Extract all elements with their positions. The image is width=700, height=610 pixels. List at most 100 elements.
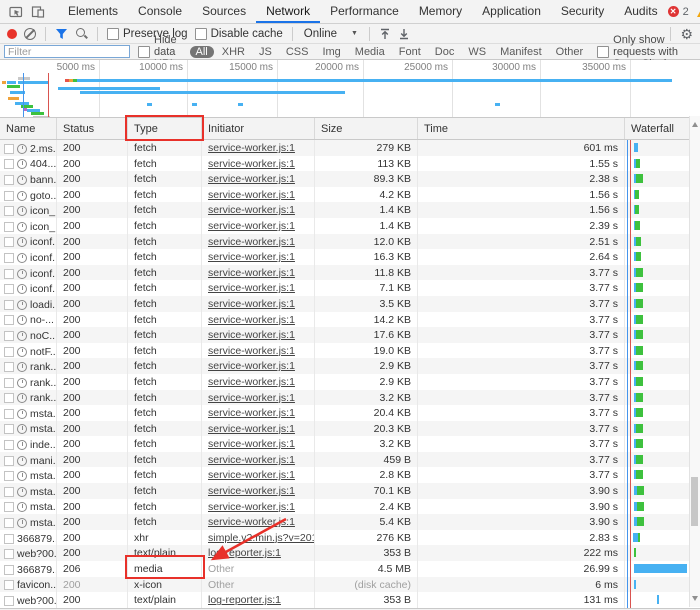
- throttling-dropdown[interactable]: Online ▼: [302, 28, 360, 40]
- column-header-status[interactable]: Status: [57, 118, 128, 139]
- table-row[interactable]: noC...200fetchservice-worker.js:117.6 KB…: [0, 327, 700, 343]
- column-header-time[interactable]: Time: [418, 118, 625, 139]
- initiator-link[interactable]: service-worker.js:1: [208, 438, 295, 450]
- initiator-link[interactable]: service-worker.js:1: [208, 251, 295, 263]
- device-toolbar-icon[interactable]: [31, 5, 45, 19]
- table-row[interactable]: loadi...200fetchservice-worker.js:13.5 K…: [0, 296, 700, 312]
- inspect-element-icon[interactable]: [9, 5, 23, 19]
- table-row[interactable]: bann...200fetchservice-worker.js:189.3 K…: [0, 171, 700, 187]
- table-row[interactable]: iconf...200fetchservice-worker.js:111.8 …: [0, 265, 700, 281]
- tab-security[interactable]: Security: [551, 0, 614, 23]
- initiator-link[interactable]: service-worker.js:1: [208, 298, 295, 310]
- column-header-initiator[interactable]: Initiator: [202, 118, 315, 139]
- table-row[interactable]: 2.ms...200fetchservice-worker.js:1279 KB…: [0, 140, 700, 156]
- initiator-link[interactable]: service-worker.js:1: [208, 329, 295, 341]
- table-row[interactable]: msta...200fetchservice-worker.js:12.8 KB…: [0, 467, 700, 483]
- initiator-link[interactable]: service-worker.js:1: [208, 189, 295, 201]
- initiator-link[interactable]: service-worker.js:1: [208, 392, 295, 404]
- scroll-down-icon[interactable]: [692, 596, 698, 601]
- initiator-link[interactable]: service-worker.js:1: [208, 345, 295, 357]
- clear-icon[interactable]: [24, 28, 36, 40]
- filter-funnel-icon[interactable]: [55, 28, 68, 40]
- filter-pill-doc[interactable]: Doc: [429, 46, 461, 58]
- table-row[interactable]: favicon....200x-iconOther(disk cache)6 m…: [0, 577, 700, 593]
- initiator-link[interactable]: log-reporter.js:1: [208, 547, 281, 559]
- table-row[interactable]: rank...200fetchservice-worker.js:12.9 KB…: [0, 374, 700, 390]
- initiator-link[interactable]: service-worker.js:1: [208, 423, 295, 435]
- table-row[interactable]: msta...200fetchservice-worker.js:15.4 KB…: [0, 514, 700, 530]
- initiator-link[interactable]: service-worker.js:1: [208, 173, 295, 185]
- table-row[interactable]: msta...200fetchservice-worker.js:120.3 K…: [0, 421, 700, 437]
- checkbox-icon[interactable]: [138, 46, 150, 58]
- table-row[interactable]: msta...200fetchservice-worker.js:120.4 K…: [0, 405, 700, 421]
- table-row[interactable]: web?00...200text/plainlog-reporter.js:13…: [0, 545, 700, 561]
- initiator-link[interactable]: service-worker.js:1: [208, 236, 295, 248]
- table-row[interactable]: msta...200fetchservice-worker.js:12.4 KB…: [0, 499, 700, 515]
- table-row[interactable]: inde...200fetchservice-worker.js:13.2 KB…: [0, 436, 700, 452]
- initiator-link[interactable]: service-worker.js:1: [208, 376, 295, 388]
- table-row[interactable]: no-...200fetchservice-worker.js:114.2 KB…: [0, 312, 700, 328]
- checkbox-icon[interactable]: [107, 28, 119, 40]
- filter-pill-js[interactable]: JS: [253, 46, 278, 58]
- table-row[interactable]: 404....200fetchservice-worker.js:1113 KB…: [0, 156, 700, 172]
- table-row[interactable]: goto...200fetchservice-worker.js:14.2 KB…: [0, 187, 700, 203]
- search-icon[interactable]: [75, 27, 88, 40]
- import-har-icon[interactable]: [379, 28, 391, 40]
- table-row[interactable]: iconf...200fetchservice-worker.js:112.0 …: [0, 234, 700, 250]
- initiator-link[interactable]: service-worker.js:1: [208, 501, 295, 513]
- tab-memory[interactable]: Memory: [409, 0, 472, 23]
- initiator-link[interactable]: service-worker.js:1: [208, 267, 295, 279]
- column-header-type[interactable]: Type: [128, 118, 202, 139]
- tab-network[interactable]: Network: [256, 0, 320, 23]
- console-badges[interactable]: ✕ 2 ! 6: [668, 6, 700, 18]
- record-icon[interactable]: [7, 29, 17, 39]
- initiator-link[interactable]: service-worker.js:1: [208, 516, 295, 528]
- vertical-scrollbar[interactable]: [689, 116, 700, 607]
- filter-pill-ws[interactable]: WS: [462, 46, 492, 58]
- table-row[interactable]: icon_...200fetchservice-worker.js:11.4 K…: [0, 202, 700, 218]
- table-row[interactable]: web?00...200text/plainlog-reporter.js:13…: [0, 592, 700, 608]
- initiator-link[interactable]: service-worker.js:1: [208, 158, 295, 170]
- table-row[interactable]: icon_...200fetchservice-worker.js:11.4 K…: [0, 218, 700, 234]
- initiator-link[interactable]: service-worker.js:1: [208, 314, 295, 326]
- timeline-overview[interactable]: 5000 ms10000 ms15000 ms20000 ms25000 ms3…: [0, 60, 700, 118]
- tab-audits[interactable]: Audits: [614, 0, 667, 23]
- filter-pill-xhr[interactable]: XHR: [216, 46, 251, 58]
- filter-pill-manifest[interactable]: Manifest: [494, 46, 548, 58]
- table-row[interactable]: 366879...200xhrsimple.v2.min.js?v=20190.…: [0, 530, 700, 546]
- scrollbar-thumb[interactable]: [691, 477, 698, 526]
- initiator-link[interactable]: service-worker.js:1: [208, 360, 295, 372]
- tab-console[interactable]: Console: [128, 0, 192, 23]
- initiator-link[interactable]: service-worker.js:1: [208, 469, 295, 481]
- table-row[interactable]: iconf...200fetchservice-worker.js:17.1 K…: [0, 280, 700, 296]
- filter-pill-media[interactable]: Media: [349, 46, 391, 58]
- tab-application[interactable]: Application: [472, 0, 551, 23]
- initiator-link[interactable]: service-worker.js:1: [208, 142, 295, 154]
- filter-pill-other[interactable]: Other: [550, 46, 590, 58]
- checkbox-icon[interactable]: [597, 46, 609, 58]
- table-row[interactable]: msta...200fetchservice-worker.js:170.1 K…: [0, 483, 700, 499]
- table-row[interactable]: rank...200fetchservice-worker.js:12.9 KB…: [0, 358, 700, 374]
- filter-input[interactable]: [4, 45, 130, 58]
- column-header-name[interactable]: Name: [0, 118, 57, 139]
- initiator-link[interactable]: service-worker.js:1: [208, 454, 295, 466]
- column-header-size[interactable]: Size: [315, 118, 418, 139]
- table-row[interactable]: mani...200fetchservice-worker.js:1459 B3…: [0, 452, 700, 468]
- initiator-link[interactable]: service-worker.js:1: [208, 282, 295, 294]
- tab-sources[interactable]: Sources: [192, 0, 256, 23]
- table-row[interactable]: rank...200fetchservice-worker.js:13.2 KB…: [0, 390, 700, 406]
- initiator-link[interactable]: log-reporter.js:1: [208, 594, 281, 606]
- initiator-link[interactable]: service-worker.js:1: [208, 220, 295, 232]
- tab-elements[interactable]: Elements: [58, 0, 128, 23]
- filter-pill-css[interactable]: CSS: [280, 46, 315, 58]
- scroll-up-icon[interactable]: [692, 122, 698, 127]
- filter-pill-font[interactable]: Font: [393, 46, 427, 58]
- initiator-link[interactable]: service-worker.js:1: [208, 485, 295, 497]
- export-har-icon[interactable]: [398, 28, 410, 40]
- filter-pill-img[interactable]: Img: [316, 46, 346, 58]
- table-row[interactable]: iconf...200fetchservice-worker.js:116.3 …: [0, 249, 700, 265]
- tab-performance[interactable]: Performance: [320, 0, 409, 23]
- initiator-link[interactable]: service-worker.js:1: [208, 407, 295, 419]
- disable-cache-checkbox[interactable]: Disable cache: [195, 28, 283, 40]
- initiator-link[interactable]: simple.v2.min.js?v=20190...: [208, 532, 315, 544]
